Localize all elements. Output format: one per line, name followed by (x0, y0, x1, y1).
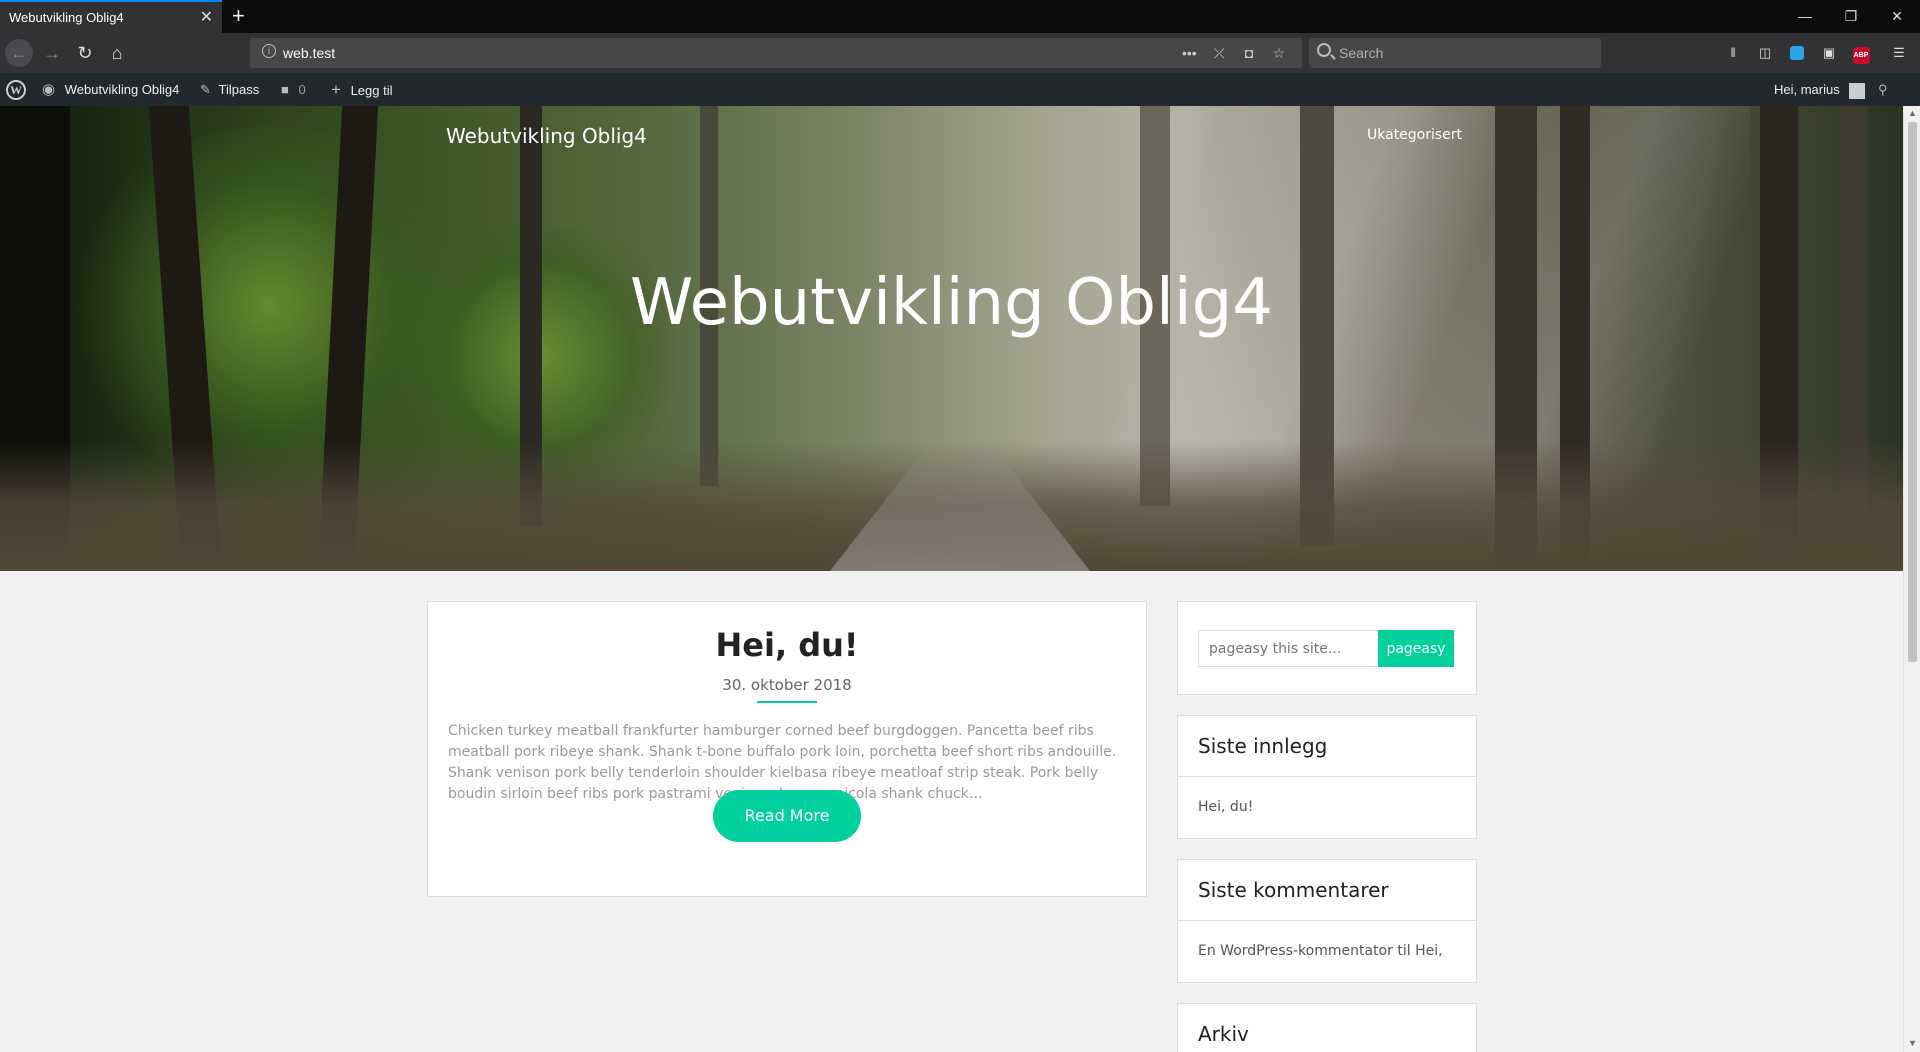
customize-label: Tilpass (218, 82, 260, 97)
read-more-button[interactable]: Read More (713, 790, 861, 842)
menu-icon[interactable]: ☰ (1888, 42, 1910, 64)
page-actions-icon[interactable]: ••• (1176, 38, 1202, 68)
browser-tab[interactable]: Webutvikling Oblig4 ✕ (0, 0, 222, 33)
browser-search-bar[interactable] (1309, 38, 1601, 68)
hero-header: Webutvikling Oblig4 Ukategorisert Webutv… (0, 106, 1903, 571)
admin-search-icon[interactable]: ⚲ (1878, 73, 1888, 106)
forward-icon[interactable]: → (38, 39, 66, 67)
comment-author-link[interactable]: En WordPress-kommentator (1198, 943, 1393, 959)
admin-site-name: Webutvikling Oblig4 (64, 82, 180, 97)
browser-navbar: ← → ↻ ⌂ i web.test ••• ⤫ ◘ ☆ ‖ ◫ ▣ ABP ☰ (0, 33, 1920, 73)
browser-search-input[interactable] (1339, 38, 1589, 68)
scroll-up-icon[interactable]: ▲ (1904, 106, 1920, 120)
recent-comments-list: En WordPress-kommentator til Hei, du! (1178, 921, 1476, 1019)
greeting: Hei, marius (1774, 82, 1840, 97)
hero-title: Webutvikling Oblig4 (630, 266, 1273, 340)
page-scrollbar[interactable]: ▲ ▼ (1903, 106, 1920, 1052)
brush-icon: ✎ (200, 82, 211, 97)
scroll-thumb[interactable] (1908, 122, 1917, 662)
recent-comments-title: Siste kommentarer (1178, 860, 1476, 921)
dashboard-icon: ◉ (42, 81, 56, 98)
post-card: Hei, du! 30. oktober 2018 Chicken turkey… (427, 601, 1147, 897)
screenshot-icon[interactable]: ⤫ (1206, 38, 1232, 68)
recent-post-link[interactable]: Hei, du! (1198, 799, 1253, 815)
add-new-link[interactable]: + Legg til (331, 73, 392, 106)
abp-icon[interactable]: ABP (1850, 42, 1872, 64)
recent-comments-widget: Siste kommentarer En WordPress-kommentat… (1177, 859, 1477, 1019)
search-icon (1317, 43, 1331, 57)
url-text[interactable]: web.test (283, 38, 335, 68)
account-menu[interactable]: Hei, marius (1774, 73, 1866, 106)
search-widget: pageasy (1177, 601, 1477, 695)
url-actions: ••• ⤫ ◘ ☆ (1176, 38, 1292, 68)
info-icon[interactable]: i (262, 44, 276, 58)
post-date: 30. oktober 2018 (722, 676, 852, 694)
archive-title: Arkiv (1178, 1004, 1476, 1052)
site-search-input[interactable] (1198, 630, 1378, 667)
comment-connector: til (1397, 943, 1411, 959)
tab-title: Webutvikling Oblig4 (9, 10, 124, 25)
recent-posts-list: Hei, du! (1178, 777, 1476, 837)
comments-count: 0 (298, 82, 306, 97)
nav-menu-item[interactable]: Ukategorisert (1367, 127, 1462, 143)
url-bar[interactable]: i web.test ••• ⤫ ◘ ☆ (250, 38, 1302, 68)
reader-icon[interactable]: ▣ (1818, 42, 1840, 64)
browser-tabbar: Webutvikling Oblig4 ✕ + — ❐ ✕ (0, 0, 1920, 33)
restore-icon[interactable]: ❐ (1828, 0, 1874, 33)
pocket-icon[interactable]: ◘ (1236, 38, 1262, 68)
bookmark-star-icon[interactable]: ☆ (1266, 38, 1292, 68)
recent-posts-title: Siste innlegg (1178, 716, 1476, 777)
recent-posts-widget: Siste innlegg Hei, du! (1177, 715, 1477, 839)
plus-icon: + (331, 80, 341, 99)
abp-label: ABP (1852, 47, 1870, 64)
wordpress-logo-icon[interactable]: W (6, 73, 28, 106)
extension-icon[interactable] (1786, 42, 1808, 64)
sidebar-icon[interactable]: ◫ (1754, 42, 1776, 64)
comment-icon: ■ (281, 82, 289, 97)
post-title[interactable]: Hei, du! (428, 626, 1146, 664)
archive-widget: Arkiv (1177, 1003, 1477, 1052)
wp-admin-bar: W ◉ Webutvikling Oblig4 ✎ Tilpass ■ 0 + … (0, 73, 1920, 106)
close-window-icon[interactable]: ✕ (1874, 0, 1920, 33)
comments-link[interactable]: ■ 0 (281, 73, 306, 106)
site-title[interactable]: Webutvikling Oblig4 (446, 124, 647, 148)
library-icon[interactable]: ‖ (1722, 42, 1744, 64)
back-icon[interactable]: ← (5, 39, 33, 67)
reload-icon[interactable]: ↻ (71, 39, 99, 67)
site-search-button[interactable]: pageasy (1378, 630, 1454, 667)
scroll-down-icon[interactable]: ▼ (1904, 1036, 1920, 1050)
home-icon[interactable]: ⌂ (103, 39, 131, 67)
date-underline (757, 701, 817, 703)
new-tab-button[interactable]: + (232, 3, 245, 29)
avatar (1849, 82, 1866, 99)
minimize-icon[interactable]: — (1782, 0, 1828, 33)
close-tab-icon[interactable]: ✕ (200, 2, 213, 33)
customize-link[interactable]: ✎ Tilpass (200, 73, 259, 106)
add-new-label: Legg til (350, 83, 393, 98)
admin-site-link[interactable]: ◉ Webutvikling Oblig4 (42, 73, 179, 106)
